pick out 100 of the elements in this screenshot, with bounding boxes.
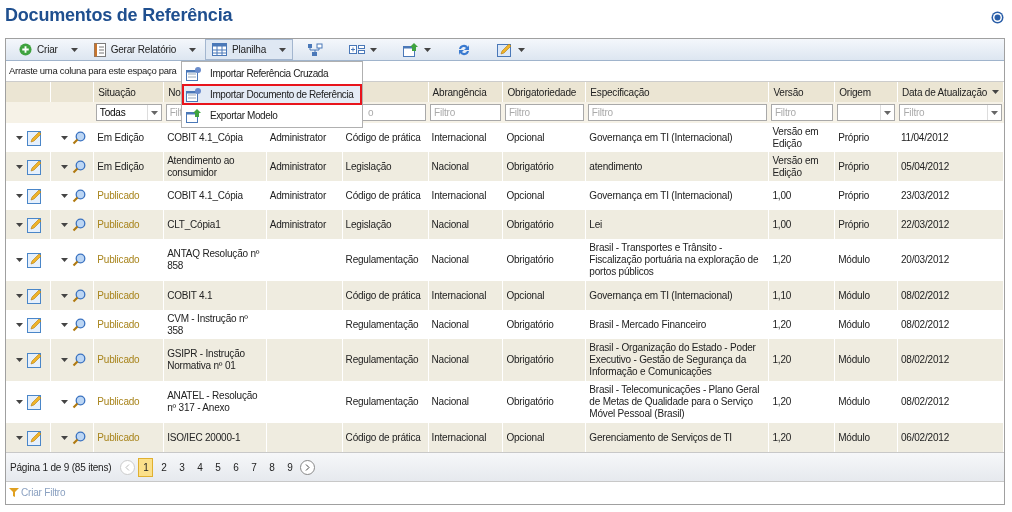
edit-icon[interactable] — [27, 287, 43, 304]
status-text: Publicado — [97, 189, 140, 201]
page-button[interactable]: 9 — [282, 457, 298, 477]
page-button[interactable]: 7 — [246, 457, 262, 477]
caret-icon — [61, 293, 69, 298]
page-button[interactable]: 3 — [174, 457, 190, 477]
filter-field[interactable]: Filtro — [587, 104, 767, 121]
edit-icon[interactable] — [27, 252, 43, 268]
page-button[interactable]: 2 — [156, 457, 172, 477]
page-summary: Página 1 de 9 (85 itens) — [10, 460, 112, 475]
column-header[interactable]: Obrigatoriedade — [507, 84, 577, 100]
edit-icon[interactable] — [27, 216, 43, 233]
table-cell: 1,20 — [772, 396, 792, 407]
hierarchy-icon — [307, 42, 324, 57]
table-cell: Opcional — [506, 131, 545, 143]
table-cell: Obrigatório — [506, 254, 554, 265]
table-cell: Administrator — [269, 218, 327, 230]
column-header[interactable]: No — [168, 84, 181, 100]
search-icon[interactable] — [72, 430, 87, 445]
search-icon[interactable] — [72, 288, 87, 303]
table-cell: Código de prática — [345, 289, 421, 301]
caret-icon — [189, 47, 197, 52]
table-cell: 1,20 — [772, 318, 792, 330]
edit-icon[interactable] — [27, 429, 43, 446]
page-button[interactable]: 5 — [210, 457, 226, 477]
search-icon[interactable] — [72, 130, 87, 145]
menu-item[interactable]: Importar Documento de Referência — [182, 84, 362, 105]
next-page-button[interactable] — [300, 459, 316, 475]
status-text: Em Edição — [97, 160, 144, 172]
search-icon[interactable] — [72, 395, 87, 409]
edit-icon[interactable] — [27, 352, 43, 368]
boxes-icon — [349, 43, 366, 56]
search-icon[interactable] — [72, 353, 87, 367]
table-cell: Módulo — [838, 431, 870, 443]
menu-item[interactable]: Importar Referência Cruzada — [182, 63, 362, 84]
edit-icon[interactable] — [27, 187, 43, 204]
table-cell: Nacional — [431, 396, 469, 407]
table-cell: Opcional — [506, 289, 545, 301]
export-icon — [403, 42, 420, 57]
caret-icon — [279, 47, 287, 52]
caret-icon — [61, 222, 69, 227]
page-button[interactable]: 8 — [264, 457, 280, 477]
table-cell: 1,00 — [772, 218, 792, 230]
edit-icon[interactable] — [27, 158, 43, 175]
table-cell: Módulo — [838, 318, 870, 330]
table-cell: Versão em Edição — [772, 154, 819, 178]
search-icon[interactable] — [72, 253, 87, 267]
table-cell: Próprio — [838, 160, 869, 172]
caret-icon — [70, 47, 78, 52]
table-cell: Internacional — [431, 431, 487, 443]
help-icon[interactable] — [991, 10, 1004, 24]
column-header[interactable]: Especificação — [590, 84, 650, 100]
table-cell: Internacional — [431, 289, 487, 301]
column-header[interactable]: Versão — [773, 84, 804, 100]
filter-field[interactable]: Filtro — [770, 104, 833, 121]
edit-icon[interactable] — [27, 129, 43, 146]
table-cell: 1,20 — [772, 354, 792, 365]
table-cell: Brasil - Transportes e Trânsito - Fiscalização portuária na exploração de portos públicos — [589, 242, 759, 277]
caret-icon — [61, 164, 69, 169]
status-text: Publicado — [97, 289, 140, 301]
page-button[interactable]: 6 — [228, 457, 244, 477]
table-cell: Regulamentação — [345, 354, 419, 365]
import-icon — [186, 66, 202, 81]
status-text: Em Edição — [97, 131, 144, 143]
search-icon[interactable] — [72, 217, 87, 232]
search-icon[interactable] — [72, 317, 87, 332]
table-cell: Nacional — [431, 218, 469, 230]
edit-icon[interactable] — [27, 394, 43, 410]
search-icon[interactable] — [72, 188, 87, 203]
filter-dropdown[interactable]: Todas — [95, 104, 162, 121]
filter-field[interactable]: Filtro — [504, 104, 584, 121]
table-cell: 22/03/2012 — [900, 218, 949, 230]
column-header[interactable]: Situação — [98, 84, 136, 100]
toolbar-button[interactable]: Planilha — [205, 39, 294, 60]
table-cell: COBIT 4.1 — [167, 289, 213, 301]
column-header[interactable]: Origem — [839, 84, 871, 100]
search-icon[interactable] — [72, 159, 87, 174]
caret-icon — [61, 193, 69, 198]
page-button[interactable]: 1 — [138, 457, 154, 477]
caret-icon — [16, 358, 23, 362]
table-cell: Regulamentação — [345, 318, 419, 330]
toolbar-button[interactable]: Criar — [12, 39, 85, 60]
toolbar-button[interactable]: Gerar Relatório — [86, 39, 204, 60]
edit-icon[interactable] — [27, 316, 43, 333]
column-header[interactable]: Data de Atualização — [901, 84, 988, 100]
group-hint: Arraste uma coluna para este espaço para — [9, 63, 177, 78]
table-cell: Governança em TI (Internacional) — [589, 289, 733, 301]
caret-icon — [16, 258, 23, 262]
filter-field[interactable]: Filtro — [430, 104, 501, 121]
status-text: Publicado — [97, 396, 140, 407]
table-cell: Módulo — [838, 289, 870, 301]
caret-icon — [424, 47, 432, 52]
caret-icon — [16, 193, 23, 198]
import-icon — [186, 87, 202, 102]
table-cell: ANTAQ Resolução nº 858 — [167, 248, 260, 271]
filter-dropdown[interactable] — [836, 104, 896, 121]
table-cell: Internacional — [431, 131, 487, 143]
column-header[interactable]: Abrangência — [432, 84, 487, 100]
page-button[interactable]: 4 — [192, 457, 208, 477]
caret-icon — [16, 222, 23, 227]
